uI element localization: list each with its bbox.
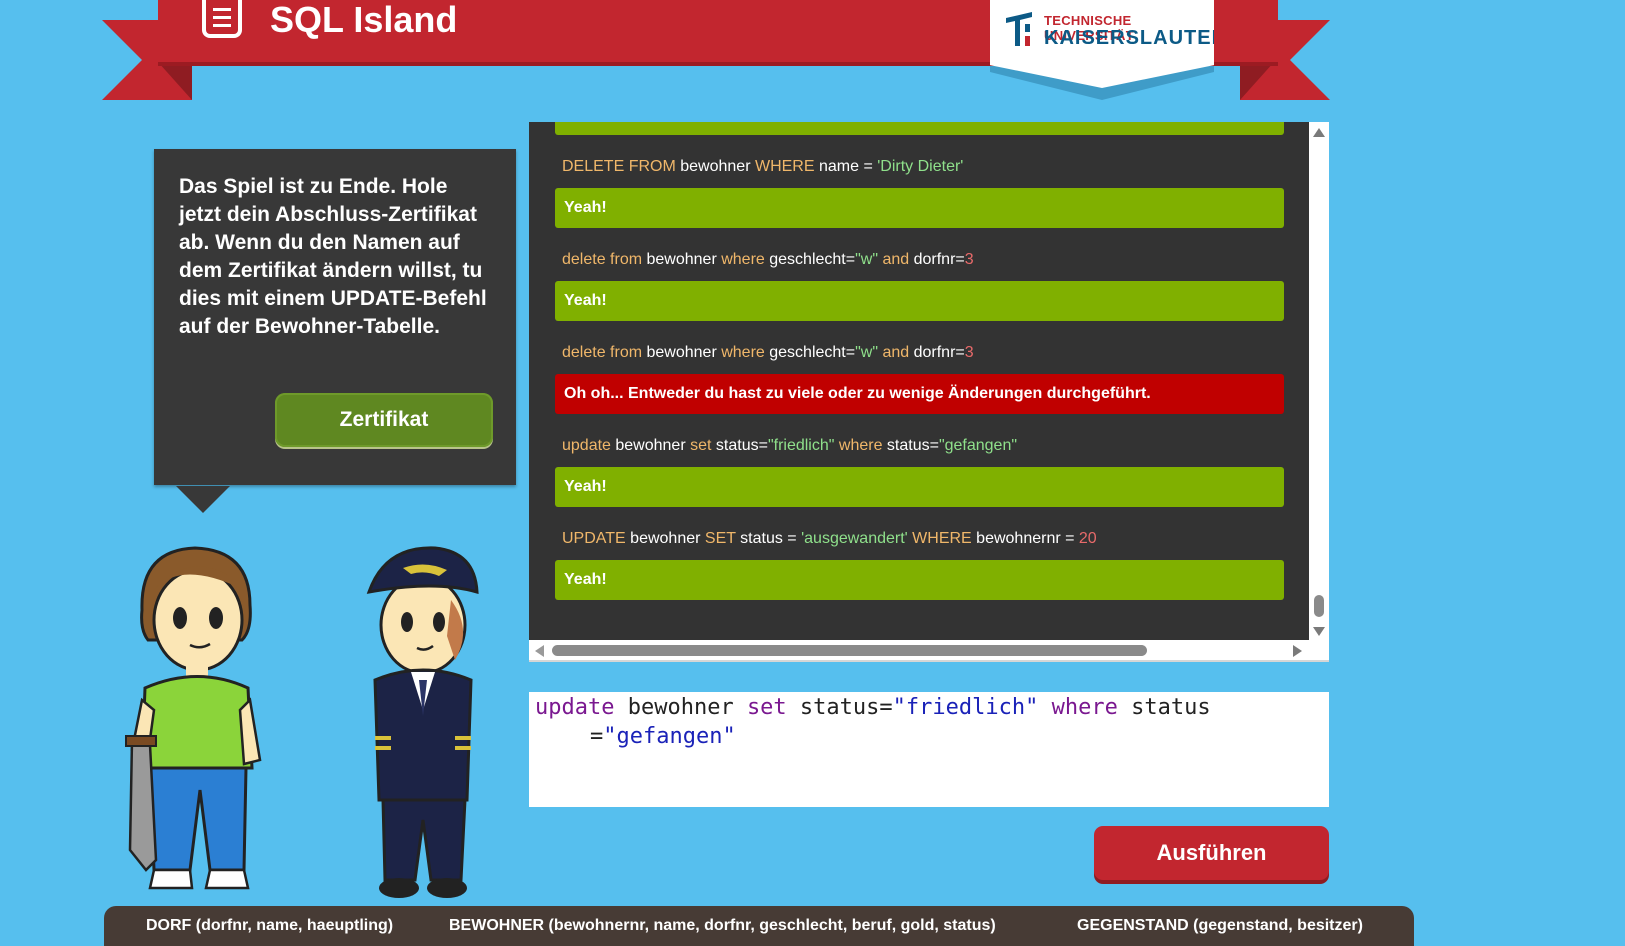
previous-result-bar [555, 122, 1284, 135]
sql-token: UPDATE [562, 530, 626, 547]
sql-token: set [690, 437, 712, 454]
schema-gegenstand: GEGENSTAND (gegenstand, besitzer) [1077, 917, 1363, 934]
sql-token: "w" [855, 251, 878, 268]
sql-token: dorfnr= [913, 344, 965, 361]
speech-pointer [176, 486, 230, 513]
log-query-5: UPDATE bewohner SET status = 'ausgewande… [562, 530, 1097, 548]
execute-button[interactable]: Ausführen [1094, 826, 1329, 880]
sql-token: 3 [964, 344, 974, 361]
sql-token: delete from [562, 344, 643, 361]
sql-token: status [1117, 695, 1211, 720]
info-box: Das Spiel ist zu Ende. Hole jetzt dein A… [154, 149, 516, 485]
schema-bewohner: BEWOHNER (bewohnernr, name, dorfnr, gesc… [449, 917, 996, 934]
sql-token: "friedlich" [892, 695, 1039, 720]
log-query-1: DELETE FROM bewohner WHERE name = 'Dirty… [562, 158, 963, 176]
scroll-up-arrow-icon[interactable] [1313, 128, 1325, 137]
sql-token: DELETE FROM [562, 158, 676, 175]
editor-line-1: update bewohner set status="friedlich" w… [535, 693, 1211, 722]
sql-editor[interactable]: update bewohner set status="friedlich" w… [529, 692, 1329, 807]
horizontal-scroll-thumb[interactable] [552, 645, 1147, 656]
info-message: Das Spiel ist zu Ende. Hole jetzt dein A… [179, 175, 487, 338]
sql-token: status= [886, 437, 939, 454]
sql-token: name = [814, 158, 878, 175]
sql-token: update [562, 437, 611, 454]
sql-token: delete from [562, 251, 643, 268]
sql-token: geschlecht= [764, 251, 856, 268]
sql-token: bewohner [642, 344, 722, 361]
app-title: SQL Island [270, 0, 458, 40]
sql-token: WHERE [907, 530, 972, 547]
schema-bar: DORF (dorfnr, name, haeuptling) BEWOHNER… [104, 906, 1414, 946]
log-result-1: Yeah! [555, 188, 1284, 228]
sql-token: WHERE [754, 158, 815, 175]
sql-token: and [878, 344, 914, 361]
log-horizontal-scrollbar[interactable] [529, 640, 1329, 662]
sql-token: 20 [1078, 530, 1097, 547]
sql-token: "gefangen" [938, 437, 1018, 454]
sql-token: and [878, 251, 914, 268]
log-query-4: update bewohner set status="friedlich" w… [562, 437, 1017, 455]
scroll-right-arrow-icon[interactable] [1293, 645, 1302, 657]
sql-token: 3 [964, 251, 974, 268]
sql-token: "friedlich" [767, 437, 835, 454]
sql-token: bewohner [610, 437, 691, 454]
sql-token: where [721, 251, 765, 268]
sql-token: where [834, 437, 887, 454]
sql-token: where [721, 344, 765, 361]
sql-token: status= [711, 437, 768, 454]
sql-token: 'Dirty Dieter' [877, 158, 964, 175]
sql-token: update [535, 695, 615, 720]
scroll-down-arrow-icon[interactable] [1313, 627, 1325, 636]
scroll-left-arrow-icon[interactable] [535, 645, 544, 657]
sql-token: SET [704, 530, 736, 547]
menu-icon[interactable] [202, 0, 242, 38]
log-query-2: delete from bewohner where geschlecht="w… [562, 251, 974, 269]
vertical-scroll-thumb[interactable] [1314, 595, 1324, 617]
logo-line2: KAISERSLAUTERN [1044, 27, 1243, 49]
boy-character-icon [125, 546, 262, 890]
sql-token: status= [786, 695, 893, 720]
pilot-character-icon [366, 546, 479, 898]
log-result-4: Yeah! [555, 467, 1284, 507]
sql-token: status = [735, 530, 802, 547]
university-logo[interactable]: TECHNISCHE UNIVERSITÄT KAISERSLAUTERN [990, 0, 1214, 88]
sql-token: bewohnernr = [971, 530, 1079, 547]
sql-token: bewohner [675, 158, 755, 175]
sql-token: dorfnr= [913, 251, 965, 268]
sql-token: "gefangen" [603, 724, 736, 749]
sql-token: bewohner [642, 251, 722, 268]
query-log[interactable]: DELETE FROM bewohner WHERE name = 'Dirty… [529, 122, 1309, 654]
sql-token: geschlecht= [764, 344, 856, 361]
editor-line-2: ="gefangen" [590, 722, 736, 751]
tu-mark-icon [1006, 12, 1032, 46]
sql-token: "w" [855, 344, 878, 361]
sql-token: set [746, 695, 787, 720]
sql-token: = [590, 724, 604, 749]
log-query-3: delete from bewohner where geschlecht="w… [562, 344, 974, 362]
sql-token: bewohner [625, 530, 705, 547]
certificate-button[interactable]: Zertifikat [275, 393, 493, 447]
log-vertical-scrollbar[interactable] [1309, 122, 1329, 654]
sql-token: where [1038, 695, 1118, 720]
schema-dorf: DORF (dorfnr, name, haeuptling) [146, 917, 394, 934]
log-result-5: Yeah! [555, 560, 1284, 600]
sql-token: 'ausgewandert' [801, 530, 908, 547]
log-result-3: Oh oh... Entweder du hast zu viele oder … [555, 374, 1284, 414]
log-result-2: Yeah! [555, 281, 1284, 321]
sql-token: bewohner [614, 695, 747, 720]
